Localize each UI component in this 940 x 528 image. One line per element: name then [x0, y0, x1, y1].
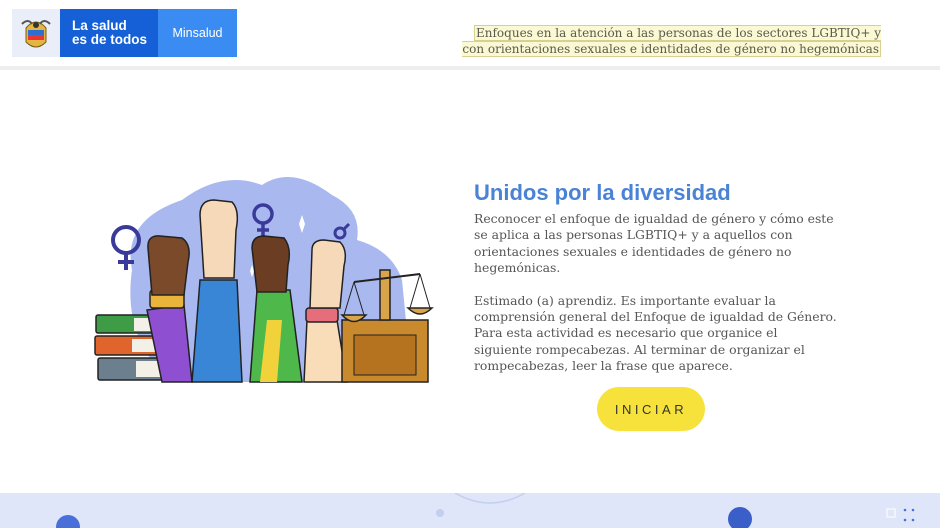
page-title: Unidos por la diversidad: [474, 180, 731, 205]
header: La salud es de todos Minsalud Enfoques e…: [0, 0, 940, 66]
footer-decoration: [0, 493, 940, 528]
intro-text: Reconocer el enfoque de igualdad de géne…: [474, 211, 834, 276]
logo-salud-text: La salud es de todos: [60, 9, 158, 57]
course-title-text: Enfoques en la atención a las personas d…: [462, 25, 881, 57]
start-button[interactable]: INICIAR: [597, 387, 705, 431]
scales-of-justice-icon: [340, 269, 434, 383]
minsalud-logo[interactable]: La salud es de todos Minsalud: [12, 9, 237, 57]
expand-icon: [886, 508, 896, 518]
diversity-hands-illustration: [92, 170, 437, 385]
logo-line2: es de todos: [72, 32, 148, 47]
header-divider: [0, 66, 940, 70]
colombia-shield-icon: [12, 9, 60, 57]
grid-icon: [903, 508, 915, 522]
instructions-text: Estimado (a) aprendiz. Es importante eva…: [474, 292, 837, 374]
logo-minsalud: Minsalud: [158, 9, 237, 57]
course-title: Enfoques en la atención a las personas d…: [461, 25, 881, 57]
logo-line1: La salud: [72, 18, 127, 33]
content-block: Unidos por la diversidad Reconocer el en…: [474, 180, 839, 375]
